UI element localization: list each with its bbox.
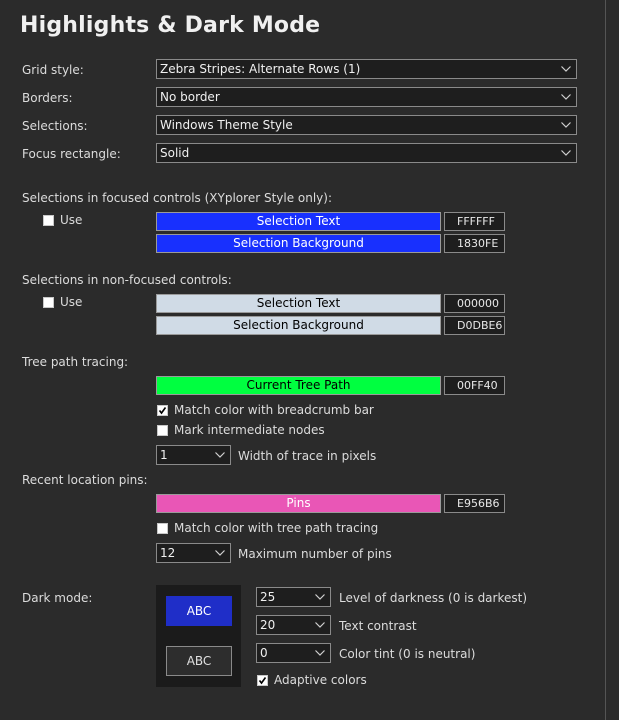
- contrast-value: 20: [260, 618, 276, 632]
- chevron-down-icon: [560, 116, 572, 134]
- chevron-down-icon: [314, 588, 326, 606]
- darkness-label: Level of darkness (0 is darkest): [339, 591, 528, 605]
- chevron-down-icon: [214, 544, 226, 562]
- pins-heading: Recent location pins:: [22, 473, 148, 487]
- focus-rect-value: Solid: [160, 146, 190, 160]
- max-pins-dropdown[interactable]: 12: [156, 543, 231, 563]
- chevron-down-icon: [560, 60, 572, 78]
- chevron-down-icon: [314, 644, 326, 662]
- match-breadcrumb-label: Match color with breadcrumb bar: [174, 403, 374, 417]
- preview-normal: ABC: [166, 646, 232, 676]
- chevron-down-icon: [214, 446, 226, 464]
- grid-style-value: Zebra Stripes: Alternate Rows (1): [160, 62, 361, 76]
- nonfocused-text-hex[interactable]: 000000: [444, 294, 505, 313]
- trace-width-dropdown[interactable]: 1: [156, 445, 231, 465]
- selections-value: Windows Theme Style: [160, 118, 293, 132]
- checkmark-icon: [158, 407, 167, 415]
- focused-heading: Selections in focused controls (XYplorer…: [22, 191, 333, 205]
- darkness-value: 25: [260, 590, 276, 604]
- tree-current-swatch[interactable]: Current Tree Path: [156, 376, 441, 395]
- adaptive-colors-label: Adaptive colors: [274, 673, 367, 687]
- focused-text-hex[interactable]: FFFFFF: [444, 212, 505, 231]
- nonfocused-use-label: Use: [60, 295, 83, 309]
- match-tree-checkbox[interactable]: [157, 523, 168, 534]
- borders-label: Borders:: [22, 91, 73, 105]
- window-edge: [605, 0, 619, 720]
- match-breadcrumb-checkbox[interactable]: [157, 405, 168, 416]
- borders-dropdown[interactable]: No border: [156, 87, 577, 107]
- nonfocused-text-swatch[interactable]: Selection Text: [156, 294, 441, 313]
- darkness-dropdown[interactable]: 25: [256, 587, 331, 607]
- chevron-down-icon: [560, 144, 572, 162]
- contrast-dropdown[interactable]: 20: [256, 615, 331, 635]
- tint-dropdown[interactable]: 0: [256, 643, 331, 663]
- focused-use-label: Use: [60, 213, 83, 227]
- nonfocused-bg-swatch[interactable]: Selection Background: [156, 316, 441, 335]
- selections-dropdown[interactable]: Windows Theme Style: [156, 115, 577, 135]
- focused-text-swatch[interactable]: Selection Text: [156, 212, 441, 231]
- tree-heading: Tree path tracing:: [22, 355, 129, 369]
- contrast-label: Text contrast: [339, 619, 417, 633]
- tint-label: Color tint (0 is neutral): [339, 647, 476, 661]
- pins-hex[interactable]: E956B6: [444, 494, 505, 513]
- trace-width-value: 1: [160, 448, 168, 462]
- max-pins-value: 12: [160, 546, 176, 560]
- max-pins-label: Maximum number of pins: [238, 547, 392, 561]
- grid-style-dropdown[interactable]: Zebra Stripes: Alternate Rows (1): [156, 59, 577, 79]
- dark-heading: Dark mode:: [22, 591, 93, 605]
- focus-rect-dropdown[interactable]: Solid: [156, 143, 577, 163]
- nonfocused-use-checkbox[interactable]: [43, 297, 54, 308]
- selections-label: Selections:: [22, 119, 88, 133]
- page-title: Highlights & Dark Mode: [20, 13, 321, 38]
- grid-style-label: Grid style:: [22, 63, 84, 77]
- trace-width-label: Width of trace in pixels: [238, 449, 377, 463]
- dark-mode-preview: ABC ABC: [156, 585, 241, 687]
- preview-selected: ABC: [166, 596, 232, 626]
- pins-swatch[interactable]: Pins: [156, 494, 441, 513]
- mark-intermediate-label: Mark intermediate nodes: [174, 423, 325, 437]
- focus-rect-label: Focus rectangle:: [22, 147, 121, 161]
- focused-bg-swatch[interactable]: Selection Background: [156, 234, 441, 253]
- focused-use-checkbox[interactable]: [43, 215, 54, 226]
- match-tree-label: Match color with tree path tracing: [174, 521, 379, 535]
- mark-intermediate-checkbox[interactable]: [157, 425, 168, 436]
- chevron-down-icon: [560, 88, 572, 106]
- tree-current-hex[interactable]: 00FF40: [444, 376, 505, 395]
- tint-value: 0: [260, 646, 268, 660]
- chevron-down-icon: [314, 616, 326, 634]
- borders-value: No border: [160, 90, 220, 104]
- nonfocused-bg-hex[interactable]: D0DBE6: [444, 316, 505, 335]
- adaptive-colors-checkbox[interactable]: [257, 675, 268, 686]
- checkmark-icon: [258, 677, 267, 685]
- focused-bg-hex[interactable]: 1830FE: [444, 234, 505, 253]
- nonfocused-heading: Selections in non-focused controls:: [22, 273, 232, 287]
